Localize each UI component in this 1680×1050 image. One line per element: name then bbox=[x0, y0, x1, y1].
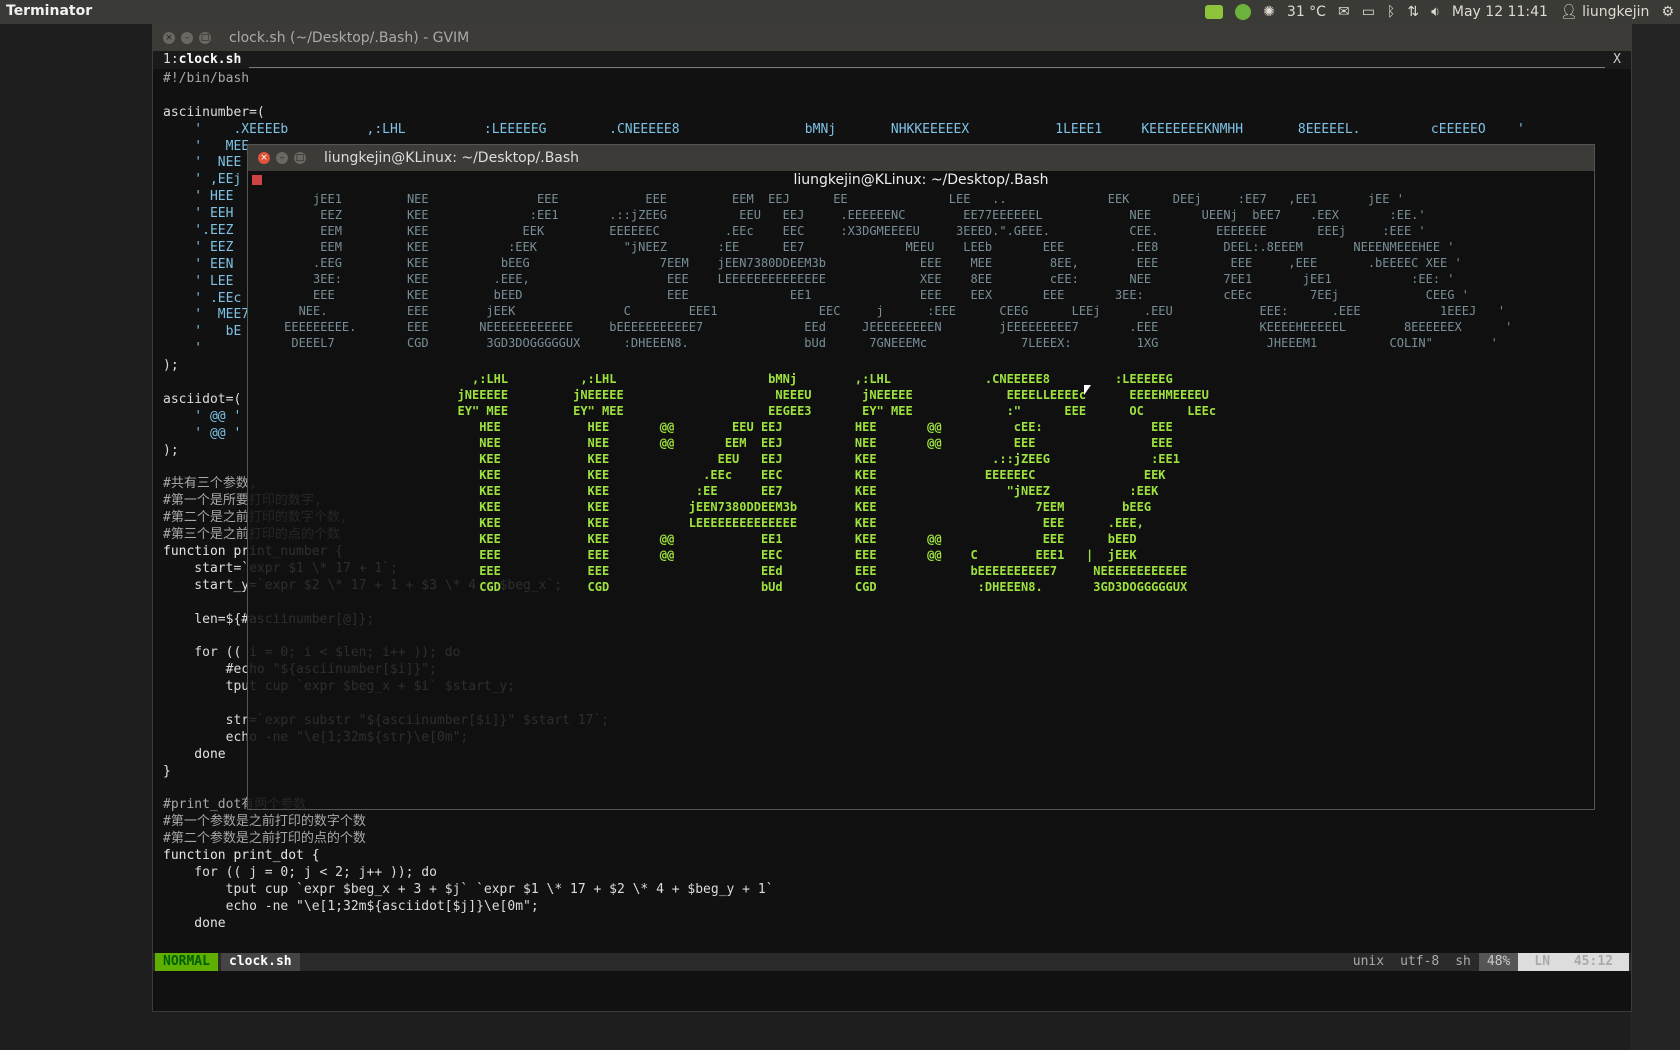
mode-indicator: NORMAL bbox=[155, 953, 218, 971]
terminator-window[interactable]: × – □ liungkejin@KLinux: ~/Desktop/.Bash… bbox=[247, 144, 1595, 810]
terminal-line: DEEEL7 CGD 3GD3DOGGGGGUX :DHEEEN8. bUd 7… bbox=[248, 336, 1498, 350]
active-app-name: Terminator bbox=[6, 3, 93, 19]
network-icon[interactable]: ⇅ bbox=[1407, 2, 1419, 22]
username: liungkejin bbox=[1582, 4, 1650, 20]
ascii-clock: ,:LHL ,:LHL bMNj ,:LHL .CNEEEEE8 :LEEEEE… bbox=[248, 371, 1594, 611]
terminal-line: NEE. EEE jEEK C EEE1 EEC j :EEE CEEG LEE… bbox=[248, 304, 1506, 318]
code-line: #第一个参数是之前打印的数字个数 bbox=[163, 814, 366, 830]
cursor-position: 45:12 bbox=[1573, 954, 1613, 969]
battery-icon[interactable]: ▭ bbox=[1362, 2, 1375, 22]
tab-number: 1: bbox=[163, 52, 179, 67]
terminal-line: jNEEEEE jNEEEEE NEEEU jNEEEEE EEEELLEEEE… bbox=[248, 388, 1209, 402]
terminator-titlebar[interactable]: × – □ liungkejin@KLinux: ~/Desktop/.Bash bbox=[248, 145, 1594, 171]
terminal-line: NEE NEE @@ EEM EEJ NEE @@ EEE EEE bbox=[248, 436, 1173, 450]
maximize-icon[interactable]: □ bbox=[294, 152, 306, 164]
faded-ascii-art: jEE1 NEE EEE EEE EEM EEJ EE LEE .. EEK D… bbox=[248, 191, 1594, 361]
terminal-line: EEM KEE :EEK "jNEEZ :EE EE7 MEEU LEEb EE… bbox=[248, 240, 1455, 254]
wallpaper bbox=[1630, 24, 1680, 1050]
weather-icon[interactable]: ✺ bbox=[1263, 2, 1275, 22]
file-encoding: utf-8 bbox=[1400, 954, 1440, 969]
statusline: NORMAL clock.sh unix utf-8 sh 48% LN 45:… bbox=[153, 953, 1631, 971]
tabline-divider bbox=[249, 67, 1605, 68]
scroll-percent: 48% bbox=[1478, 953, 1519, 971]
code-line: asciinumber=( bbox=[163, 104, 265, 120]
minimize-icon[interactable]: – bbox=[181, 32, 193, 44]
maximize-icon[interactable]: □ bbox=[199, 32, 211, 44]
indicator-area: ✺ 31 °C ✉ ▭ ᛒ ⇅ 🔉︎ May 12 11:41 👤︎ liung… bbox=[1205, 2, 1674, 22]
code-line: echo -ne "\e[1;32m${asciidot[$j]}\e[0m"; bbox=[163, 898, 539, 914]
terminal-line: 3EE: KEE .EEE, EEE LEEEEEEEEEEEEEE XEE 8… bbox=[248, 272, 1455, 286]
code-line: for (( j = 0; j < 2; j++ )); do bbox=[163, 864, 437, 880]
tabline: 1:clock.sh X bbox=[153, 51, 1631, 69]
line-label: LN 45:12 bbox=[1518, 953, 1629, 971]
terminal-line: KEE KEE LEEEEEEEEEEEEEE KEE EEE .EEE, bbox=[248, 516, 1144, 530]
terminal-line: EEE EEE @@ EEC EEE @@ C EEE1 | jEEK bbox=[248, 548, 1137, 562]
window-title: liungkejin@KLinux: ~/Desktop/.Bash bbox=[324, 150, 580, 166]
ln-label: LN bbox=[1534, 954, 1551, 969]
gear-icon[interactable]: ⚙ bbox=[1661, 2, 1674, 22]
terminal-line: EEZ KEE :EE1 .::jZEEG EEU EEJ .EEEEEENC … bbox=[248, 208, 1426, 222]
messaging-icon[interactable] bbox=[1205, 5, 1224, 19]
terminal-line: EEE KEE bEED EEE EE1 EEE EEX EEE 3EE: cE… bbox=[248, 288, 1469, 302]
temperature[interactable]: 31 °C bbox=[1287, 4, 1326, 20]
status-filename: clock.sh bbox=[221, 953, 300, 971]
tab-label: clock.sh bbox=[178, 52, 242, 67]
update-manager-icon[interactable] bbox=[1235, 4, 1252, 20]
gvim-titlebar[interactable]: × – □ clock.sh (~/Desktop/.Bash) - GVIM bbox=[153, 25, 1631, 51]
clock[interactable]: May 12 11:41 bbox=[1452, 4, 1548, 20]
window-title: clock.sh (~/Desktop/.Bash) - GVIM bbox=[229, 30, 470, 46]
terminal-line: KEE KEE :EE EE7 KEE "jNEEZ :EEK bbox=[248, 484, 1159, 498]
terminal-line: EEEEEEEEE. EEE NEEEEEEEEEEEE bEEEEEEEEEE… bbox=[248, 320, 1513, 334]
terminal-line: KEE KEE EEU EEJ KEE .::jZEEG :EE1 bbox=[248, 452, 1180, 466]
terminal-line: KEE KEE @@ EE1 KEE @@ EEE bEED bbox=[248, 532, 1137, 546]
code-line: #第二个参数是之前打印的点的个数 bbox=[163, 831, 366, 847]
terminal-inner-title: liungkejin@KLinux: ~/Desktop/.Bash bbox=[793, 172, 1049, 188]
terminal-line: CGD CGD bUd CGD :DHEEEN8. 3GD3DOGGGGGUX bbox=[248, 580, 1188, 594]
terminal-line: .EEG KEE bEEG 7EEM jEEN7380DDEEM3b EEE M… bbox=[248, 256, 1462, 270]
terminal-line: jEE1 NEE EEE EEE EEM EEJ EE LEE .. EEK D… bbox=[248, 192, 1404, 206]
close-icon[interactable]: × bbox=[163, 32, 175, 44]
terminal-line: KEE KEE jEEN7380DDEEM3b KEE 7EEM bEEG bbox=[248, 500, 1152, 514]
tab-close-button[interactable]: X bbox=[1613, 52, 1621, 67]
file-format: unix bbox=[1352, 954, 1385, 969]
mouse-pointer-icon bbox=[1084, 385, 1091, 395]
user-menu[interactable]: 👤︎ liungkejin bbox=[1560, 4, 1650, 20]
file-type: sh bbox=[1455, 954, 1471, 969]
code-line: tput cup `expr $beg_x + 3 + $j` `expr $1… bbox=[163, 881, 774, 897]
user-icon: 👤︎ bbox=[1559, 4, 1578, 20]
bluetooth-icon[interactable]: ᛒ bbox=[1387, 2, 1395, 22]
terminal-line: HEE HEE @@ EEU EEJ HEE @@ cEE: EEE bbox=[248, 420, 1173, 434]
code-line: #!/bin/bash bbox=[163, 71, 250, 86]
terminal-line: KEE KEE .EEc EEC KEE EEEEEEC EEK bbox=[248, 468, 1166, 482]
code-line: done bbox=[163, 915, 226, 931]
terminal-line: EEE EEE EEd EEE bEEEEEEEEEE7 NEEEEEEEEEE… bbox=[248, 564, 1188, 578]
code-line: ' .XEEEEb ,:LHL :LEEEEEG .CNEEEEE8 bMNj … bbox=[163, 121, 1525, 137]
terminal-line: ,:LHL ,:LHL bMNj ,:LHL .CNEEEEE8 :LEEEEE… bbox=[248, 372, 1173, 386]
mail-icon[interactable]: ✉ bbox=[1338, 2, 1350, 22]
terminal-line: EY" MEE EY" MEE EEGEE3 EY" MEE :" EEE OC… bbox=[248, 404, 1217, 418]
terminal-line: EEM KEE EEK EEEEEEC .EEc EEC :X3DGMEEEEU… bbox=[248, 224, 1426, 238]
close-icon[interactable]: × bbox=[258, 152, 270, 164]
code-line: function print_dot { bbox=[163, 847, 320, 863]
volume-icon[interactable]: 🔉︎ bbox=[1431, 2, 1440, 22]
top-panel: Terminator ✺ 31 °C ✉ ▭ ᛒ ⇅ 🔉︎ May 12 11:… bbox=[0, 0, 1680, 24]
tab-clock-sh[interactable]: 1:clock.sh bbox=[163, 52, 241, 67]
minimize-icon[interactable]: – bbox=[276, 152, 288, 164]
